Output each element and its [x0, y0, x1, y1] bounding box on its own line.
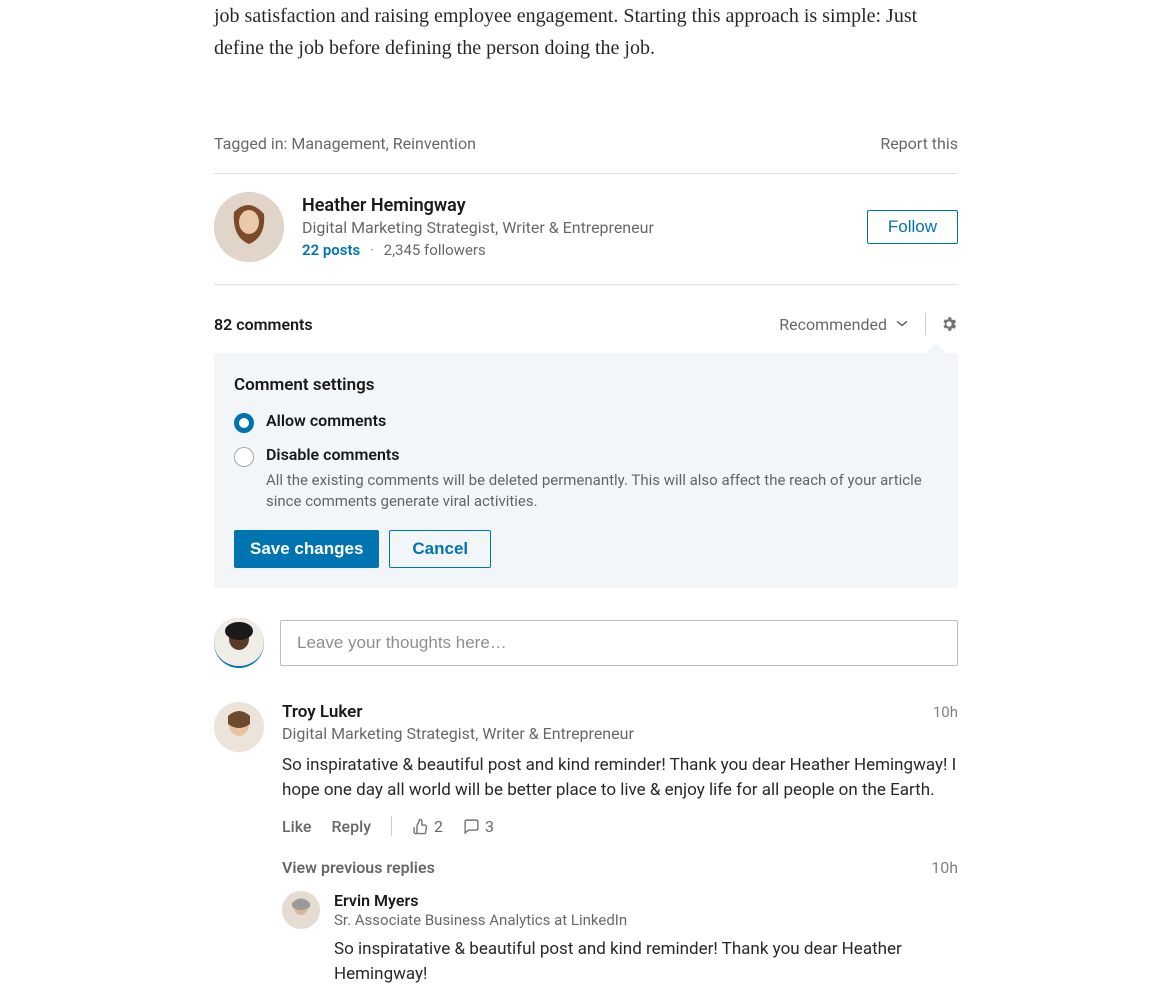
comment-actions: Like Reply 2 3 [282, 816, 958, 836]
reply-count-value: 3 [485, 817, 494, 836]
divider [925, 313, 926, 335]
author-avatar[interactable] [214, 192, 284, 262]
radio-allow[interactable] [234, 413, 254, 433]
author-headline: Digital Marketing Strategist, Writer & E… [302, 218, 867, 237]
tagged-prefix: Tagged in: [214, 134, 291, 153]
replier-name[interactable]: Ervin Myers [334, 891, 958, 910]
like-count-value: 2 [434, 817, 443, 836]
gear-icon[interactable] [940, 315, 958, 333]
commenter-name[interactable]: Troy Luker [282, 702, 362, 722]
replier-avatar[interactable] [282, 891, 320, 929]
thumbs-up-icon [412, 818, 429, 835]
radio-disable-desc: All the existing comments will be delete… [266, 470, 926, 512]
sort-label[interactable]: Recommended [779, 315, 887, 334]
article-tail-text: job satisfaction and raising employee en… [214, 0, 958, 64]
reply-time: 10h [931, 858, 958, 877]
tag-management[interactable]: Management [291, 134, 385, 153]
reply-text: So inspiratative & beautiful post and ki… [334, 937, 958, 986]
reply-count[interactable]: 3 [463, 817, 494, 836]
comment-input[interactable] [280, 620, 958, 666]
author-card: Heather Hemingway Digital Marketing Stra… [214, 174, 958, 285]
replier-headline: Sr. Associate Business Analytics at Link… [334, 911, 958, 929]
chevron-down-icon[interactable] [893, 315, 911, 333]
comments-header: 82 comments Recommended [214, 313, 958, 335]
like-button[interactable]: Like [282, 817, 311, 836]
article-meta-row: Tagged in: Management, Reinvention Repor… [214, 134, 958, 174]
author-posts[interactable]: 22 posts [302, 241, 360, 259]
compose-row [214, 618, 958, 668]
report-link[interactable]: Report this [880, 134, 958, 153]
divider [391, 816, 392, 836]
reply-button[interactable]: Reply [331, 817, 371, 836]
radio-allow-row[interactable]: Allow comments [234, 411, 938, 433]
radio-disable[interactable] [234, 447, 254, 467]
comment-settings-panel: Comment settings Allow comments Disable … [214, 353, 958, 588]
author-followers: 2,345 followers [384, 241, 486, 259]
commenter-headline: Digital Marketing Strategist, Writer & E… [282, 724, 958, 743]
view-previous-replies[interactable]: View previous replies [282, 858, 435, 877]
like-count[interactable]: 2 [412, 817, 443, 836]
comment-item: Troy Luker 10h Digital Marketing Strateg… [214, 702, 958, 987]
comment-icon [463, 818, 480, 835]
cancel-button[interactable]: Cancel [389, 530, 491, 568]
commenter-avatar[interactable] [214, 702, 264, 752]
comment-text: So inspiratative & beautiful post and ki… [282, 753, 958, 802]
comment-time: 10h [933, 703, 958, 721]
radio-disable-label: Disable comments [266, 445, 926, 464]
tag-reinvention[interactable]: Reinvention [393, 134, 476, 153]
tags-line: Tagged in: Management, Reinvention [214, 134, 476, 153]
author-name[interactable]: Heather Hemingway [302, 195, 867, 216]
reply-item: Ervin Myers Sr. Associate Business Analy… [282, 891, 958, 986]
settings-title: Comment settings [234, 375, 938, 395]
current-user-avatar[interactable] [214, 618, 264, 668]
save-button[interactable]: Save changes [234, 530, 379, 568]
comments-count: 82 comments [214, 315, 313, 334]
radio-allow-label: Allow comments [266, 411, 386, 430]
follow-button[interactable]: Follow [867, 210, 958, 244]
radio-disable-row[interactable]: Disable comments All the existing commen… [234, 445, 938, 512]
